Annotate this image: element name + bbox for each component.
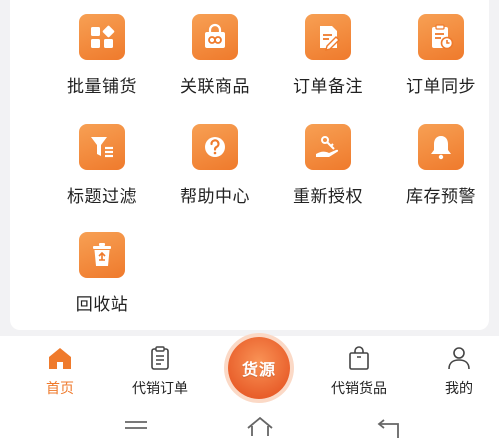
title-filter-icon [79,124,125,170]
stock-alert-bell-icon [418,124,464,170]
tool-label: 库存预警 [406,187,476,207]
tab-home[interactable]: 首页 [10,344,110,398]
recycle-bin-icon [79,232,125,278]
tab-consign-goods[interactable]: 代销货品 [309,344,409,398]
tool-label: 关联商品 [180,77,250,97]
tab-mine[interactable]: 我的 [409,344,499,398]
tool-label: 回收站 [75,295,129,315]
tab-home-label: 首页 [46,381,74,397]
home-nav-icon[interactable] [244,414,276,436]
link-goods-bag-icon [192,14,238,60]
tab-mine-label: 我的 [445,381,473,397]
shopping-bag-icon [349,346,369,370]
user-icon [448,347,470,370]
tool-stock-alert[interactable]: 库存预警 [381,124,499,207]
tool-link-goods[interactable]: 关联商品 [155,14,275,97]
clipboard-icon [151,346,169,370]
tool-title-filter[interactable]: 标题过滤 [42,124,162,207]
tab-consign-orders[interactable]: 代销订单 [110,344,210,398]
tool-label: 订单备注 [293,77,363,97]
batch-list-icon [79,14,125,60]
sourcing-center-label: 货源 [241,360,276,379]
tool-label: 订单同步 [406,77,476,97]
tool-reauthorize[interactable]: 重新授权 [268,124,388,207]
tool-order-sync[interactable]: 订单同步 [381,14,499,97]
system-nav-bar [0,406,499,438]
tools-card: 批量铺货 关联商品 订单备注 订单同步 标题过滤 帮助中心 重新授权 库存预警 … [10,0,489,330]
tool-label: 标题过滤 [67,187,137,207]
tool-label: 重新授权 [293,187,363,207]
tab-consign-orders-label: 代销订单 [132,381,188,397]
back-icon[interactable] [374,416,404,438]
tool-label: 帮助中心 [180,187,250,207]
tool-help-center[interactable]: 帮助中心 [155,124,275,207]
menu-icon[interactable] [122,416,150,436]
help-question-icon [192,124,238,170]
tool-recycle-bin[interactable]: 回收站 [42,232,162,315]
reauthorize-hand-icon [305,124,351,170]
sourcing-center-button[interactable]: 货源 [228,337,290,399]
home-icon [49,348,71,369]
tool-label: 批量铺货 [67,77,137,97]
order-sync-icon [418,14,464,60]
tab-consign-goods-label: 代销货品 [331,381,387,397]
tool-batch-list[interactable]: 批量铺货 [42,14,162,97]
order-note-icon [305,14,351,60]
tool-order-note[interactable]: 订单备注 [268,14,388,97]
